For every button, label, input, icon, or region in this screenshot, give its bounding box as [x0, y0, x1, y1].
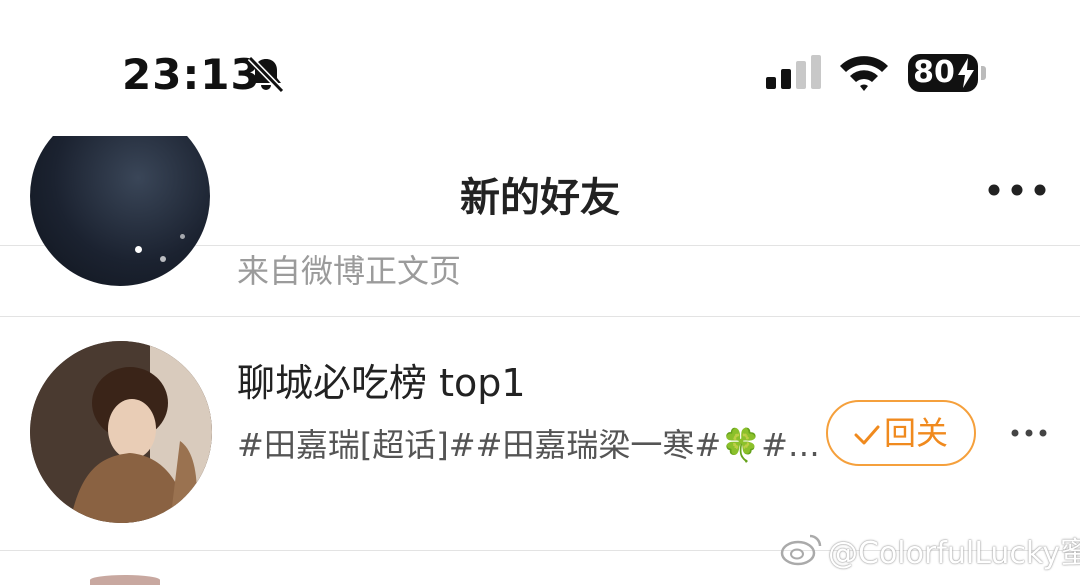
more-options-icon[interactable]	[985, 175, 1050, 205]
row-more-icon[interactable]	[1010, 424, 1048, 442]
avatar-photo	[30, 341, 212, 523]
follow-back-button[interactable]: 回关	[826, 400, 976, 466]
weibo-logo-icon	[780, 534, 822, 566]
user-name[interactable]: 聊城必吃榜 top1	[237, 352, 526, 407]
watermark-text: @ColorfulLucky蜜	[828, 536, 1080, 571]
bell-muted-icon	[247, 55, 285, 94]
charging-bolt-icon	[958, 58, 974, 88]
avatar[interactable]	[90, 575, 160, 585]
row-source-text: 来自微博正文页	[237, 252, 462, 290]
status-time: 23:13	[122, 50, 261, 99]
battery-indicator: 80	[908, 54, 986, 92]
cellular-signal-icon	[766, 55, 821, 89]
avatar[interactable]	[30, 341, 212, 523]
user-description: #田嘉瑞[超话]##田嘉瑞梁一寒#🍀#…	[237, 426, 820, 464]
avatar[interactable]	[30, 136, 210, 286]
battery-level: 80	[913, 55, 955, 90]
battery-nub	[981, 66, 986, 80]
follow-back-label: 回关	[883, 414, 948, 452]
row-divider	[0, 316, 1080, 317]
check-icon	[854, 425, 880, 445]
wifi-icon	[840, 56, 888, 91]
